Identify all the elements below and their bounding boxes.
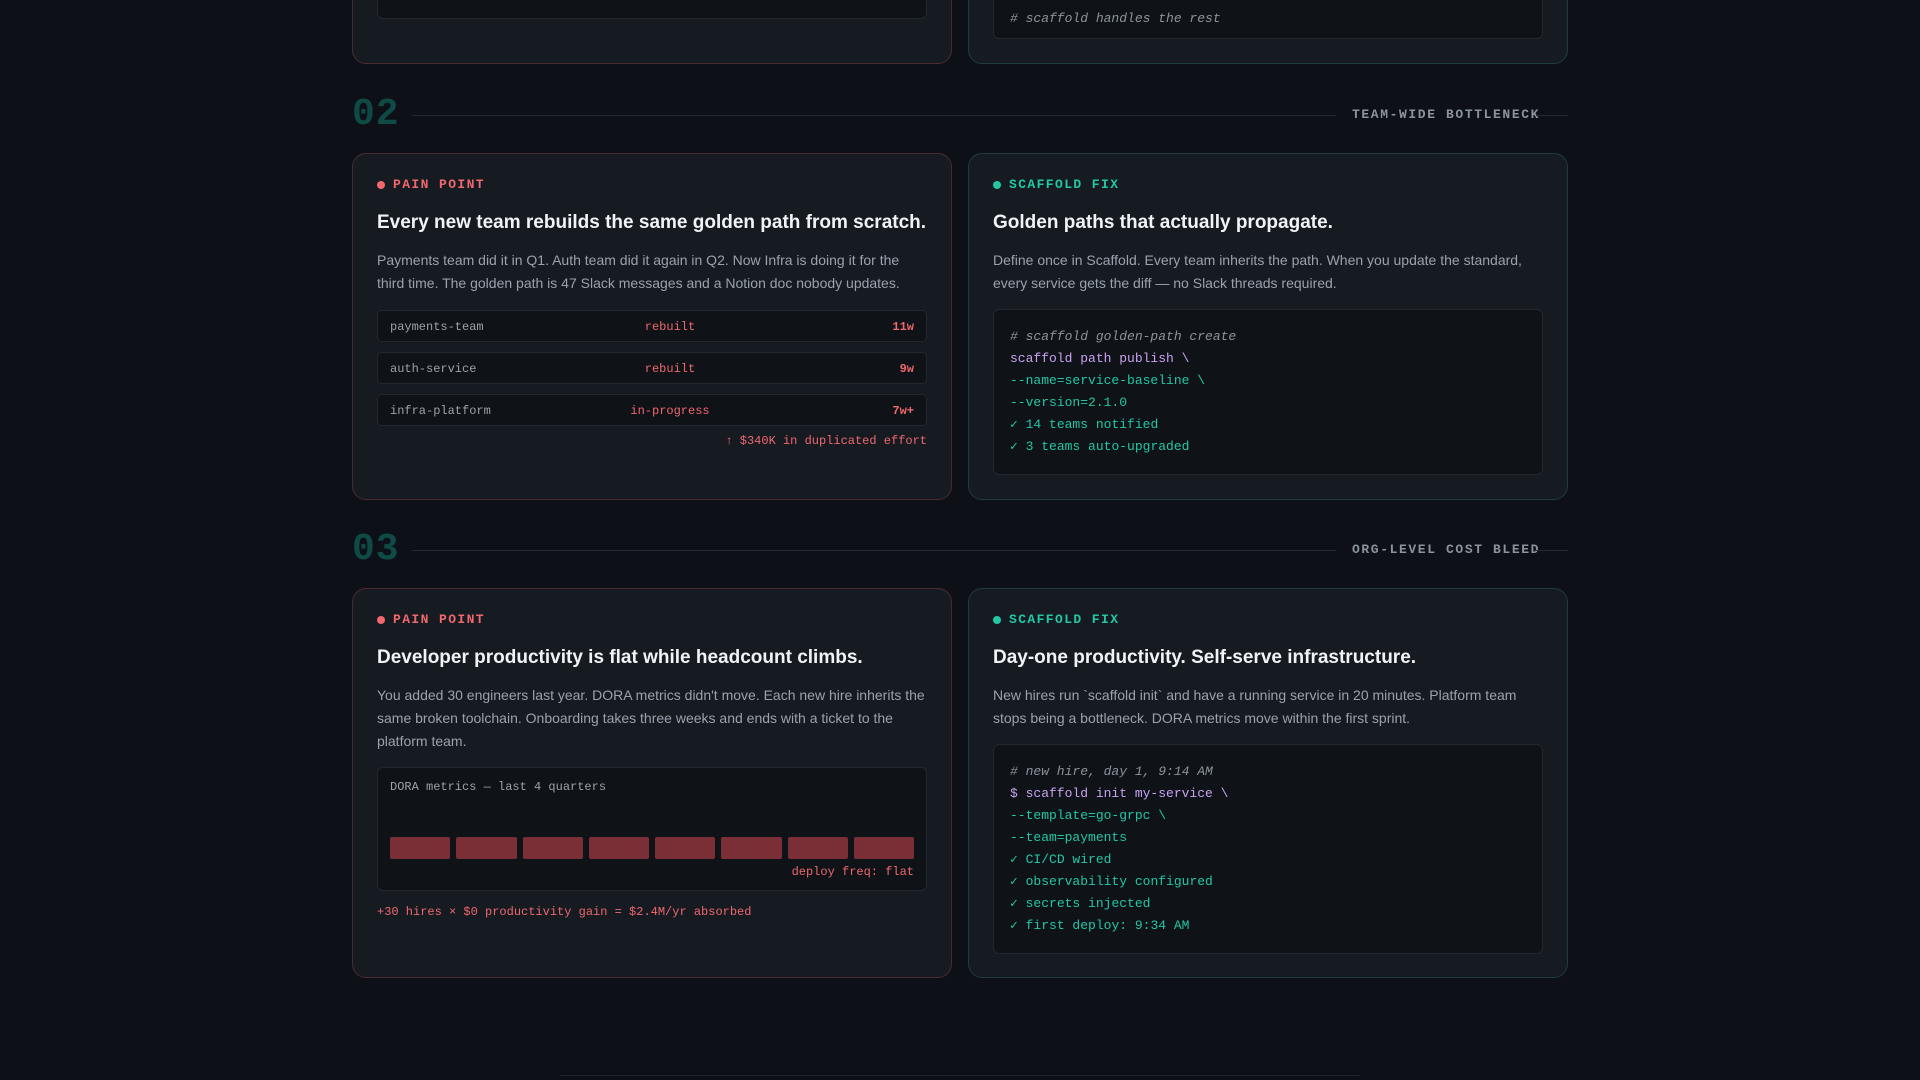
dora-bar <box>390 837 451 859</box>
fix-title: Day-one productivity. Self-serve infrast… <box>993 647 1417 668</box>
pain-title: Every new team rebuilds the same golden … <box>377 212 927 233</box>
row-duration: 11w <box>892 320 914 334</box>
code-block: # scaffold golden-path create scaffold p… <box>993 309 1543 475</box>
code-line: --template=go-grpc \ <box>1010 808 1167 823</box>
table-row: payments-team rebuilt 11w <box>377 310 927 342</box>
previous-fix-card: # scaffold handles the rest <box>968 0 1568 64</box>
pain-kicker-label: PAIN POINT <box>393 177 486 192</box>
code-line: ✓ first deploy: 9:34 AM <box>1010 918 1190 933</box>
fix-description: Define once in Scaffold. Every team inhe… <box>993 252 1522 291</box>
section-divider <box>412 115 1336 116</box>
code-line: ✓ observability configured <box>1010 874 1213 889</box>
dora-bar <box>787 837 848 859</box>
dora-bar <box>522 837 583 859</box>
dora-metrics-panel: DORA metrics — last 4 quarters deploy fr… <box>377 767 927 891</box>
row-status: rebuilt <box>644 362 696 376</box>
section-03-header: 03 ORG-LEVEL COST BLEED <box>352 530 1568 570</box>
page: # scaffold handles the rest 02 TEAM-WIDE… <box>0 0 1920 1080</box>
section-divider <box>412 550 1336 551</box>
previous-fix-code: # scaffold handles the rest <box>993 0 1543 39</box>
code-line: --version=2.1.0 <box>1010 395 1128 410</box>
code-block: # new hire, day 1, 9:14 AM $ scaffold in… <box>993 744 1543 954</box>
status-dot-icon <box>377 615 385 624</box>
pain-title: Developer productivity is flat while hea… <box>377 647 863 668</box>
dora-bar <box>853 837 914 859</box>
code-line: $ scaffold init my-service \ <box>1010 786 1229 801</box>
previous-fix-comment: # scaffold handles the rest <box>1010 11 1221 26</box>
pain-point-card: PAIN POINT Developer productivity is fla… <box>352 588 952 978</box>
fix-kicker: SCAFFOLD FIX <box>993 177 1119 192</box>
section-tag: ORG-LEVEL COST BLEED <box>1352 542 1541 557</box>
rebuild-table: payments-team rebuilt 11w auth-service r… <box>377 310 927 436</box>
table-row: auth-service rebuilt 9w <box>377 352 927 384</box>
scaffold-fix-card: SCAFFOLD FIX Golden paths that actually … <box>968 153 1568 500</box>
footer-divider <box>560 1075 1360 1076</box>
pain-description: Payments team did it in Q1. Auth team di… <box>377 252 900 291</box>
section-tag: TEAM-WIDE BOTTLENECK <box>1352 107 1541 122</box>
pain-kicker: PAIN POINT <box>377 177 485 192</box>
dora-bar <box>655 837 716 859</box>
code-line: ✓ 14 teams notified <box>1010 417 1159 432</box>
dora-footer: deploy freq: flat <box>791 865 914 879</box>
section-divider-end <box>1536 550 1568 551</box>
row-duration: 9w <box>899 362 914 376</box>
code-line: --name=service-baseline \ <box>1010 373 1206 388</box>
dora-bars <box>390 837 914 859</box>
code-line: # scaffold golden-path create <box>1010 329 1237 344</box>
code-line: scaffold path publish \ <box>1010 351 1190 366</box>
fix-title: Golden paths that actually propagate. <box>993 212 1333 233</box>
code-line: ✓ 3 teams auto-upgraded <box>1010 439 1190 454</box>
section-02-header: 02 TEAM-WIDE BOTTLENECK <box>352 95 1568 135</box>
section-number: 02 <box>352 93 400 136</box>
pain-kicker: PAIN POINT <box>377 612 485 627</box>
pain-description: You added 30 engineers last year. DORA m… <box>377 687 925 749</box>
fix-kicker-label: SCAFFOLD FIX <box>1009 177 1120 192</box>
dora-bar <box>588 837 649 859</box>
dora-title: DORA metrics — last 4 quarters <box>390 780 607 794</box>
effort-footnote: ↑ $340K in duplicated effort <box>725 434 927 448</box>
code-line: ✓ CI/CD wired <box>1010 852 1112 867</box>
fix-kicker-label: SCAFFOLD FIX <box>1009 612 1120 627</box>
code-line: --team=payments <box>1010 830 1128 845</box>
status-dot-icon <box>993 615 1001 624</box>
table-row: infra-platform in-progress 7w+ <box>377 394 927 426</box>
row-status: rebuilt <box>644 320 696 334</box>
code-line: # new hire, day 1, 9:14 AM <box>1010 764 1213 779</box>
scaffold-fix-card: SCAFFOLD FIX Day-one productivity. Self-… <box>968 588 1568 978</box>
pain-kicker-label: PAIN POINT <box>393 612 486 627</box>
fix-kicker: SCAFFOLD FIX <box>993 612 1119 627</box>
section-divider-end <box>1536 115 1568 116</box>
previous-pain-card <box>352 0 952 64</box>
code-line: ✓ secrets injected <box>1010 896 1151 911</box>
dora-bar <box>456 837 517 859</box>
hires-footnote: +30 hires × $0 productivity gain = $2.4M… <box>377 905 752 919</box>
dora-bar <box>721 837 782 859</box>
status-dot-icon <box>377 180 385 189</box>
previous-section-cards: # scaffold handles the rest <box>352 0 1568 64</box>
pain-point-card: PAIN POINT Every new team rebuilds the s… <box>352 153 952 500</box>
row-status: in-progress <box>630 404 710 418</box>
previous-pain-box <box>377 0 927 19</box>
section-number: 03 <box>352 528 400 571</box>
status-dot-icon <box>993 180 1001 189</box>
fix-description: New hires run `scaffold init` and have a… <box>993 687 1517 726</box>
row-duration: 7w+ <box>892 404 914 418</box>
